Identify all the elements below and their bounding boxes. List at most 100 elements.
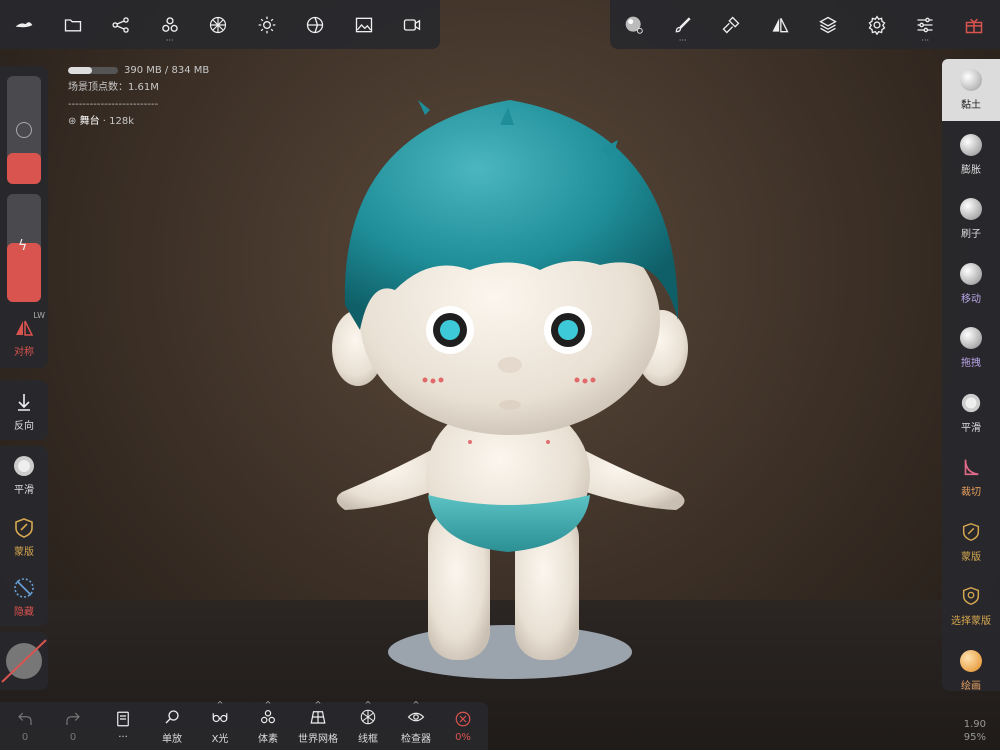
tool-paint[interactable]: 绘画 xyxy=(942,640,1000,702)
redo-button[interactable]: 0 xyxy=(58,702,88,750)
drag-icon xyxy=(960,327,982,349)
xray-button[interactable]: ^ X光 xyxy=(200,700,240,750)
image-icon[interactable] xyxy=(340,0,389,49)
tool-label: 选择蒙版 xyxy=(951,616,991,627)
folder-icon[interactable] xyxy=(49,0,98,49)
symmetry-badge: LW xyxy=(33,311,45,320)
object-mesh-icon: ⊛ xyxy=(68,116,77,127)
mask-icon xyxy=(962,522,980,541)
top-toolbar-right: ··· ··· xyxy=(610,0,1000,49)
reverse-button[interactable]: 反向 xyxy=(0,390,48,432)
smooth-icon xyxy=(961,393,981,412)
object-row[interactable]: ⊛ 舞台 · 128k xyxy=(68,113,209,130)
eye-inspect-icon xyxy=(407,712,425,721)
tool-drag[interactable]: 拖拽 xyxy=(942,317,1000,379)
brand-logo-icon[interactable] xyxy=(0,0,49,49)
magnifier-icon xyxy=(165,709,179,723)
sliders-icon[interactable]: ··· xyxy=(901,0,950,49)
gift-icon[interactable] xyxy=(950,0,999,49)
radius-icon xyxy=(16,122,32,138)
video-camera-icon[interactable] xyxy=(388,0,437,49)
object-name: 舞台 xyxy=(79,116,100,127)
stats-separator: ------------------------- xyxy=(68,99,159,110)
history-button[interactable]: ··· xyxy=(108,702,138,750)
xray-glasses-icon xyxy=(212,712,228,722)
brush-icon[interactable]: ··· xyxy=(659,0,708,49)
paint-roller-icon[interactable] xyxy=(707,0,756,49)
tool-clay[interactable]: 黏土 xyxy=(942,59,1000,121)
book-icon xyxy=(117,711,129,726)
tool-smooth[interactable]: 平滑 xyxy=(942,382,1000,444)
smooth-tool[interactable]: 平滑 xyxy=(0,454,48,496)
inflate-icon xyxy=(960,133,982,156)
tool-brush[interactable]: 刷子 xyxy=(942,188,1000,250)
inspector-button[interactable]: ^ 检查器 xyxy=(395,700,437,750)
material-ball-icon[interactable] xyxy=(291,0,340,49)
radius-slider[interactable] xyxy=(7,76,41,184)
lightning-icon: ϟ xyxy=(18,238,28,254)
tool-label: 拖拽 xyxy=(961,358,981,369)
wireframe-icon xyxy=(360,709,376,724)
hide-tool[interactable]: 隐藏 xyxy=(0,576,48,618)
vertex-count: 场景顶点数：1.61M xyxy=(68,82,159,93)
world-grid-button[interactable]: ^ 世界网格 xyxy=(294,700,342,750)
left-brush-panel: ϟ LW 对称 xyxy=(0,66,48,368)
material-swatch-icon xyxy=(1,639,47,683)
paint-icon xyxy=(960,649,982,672)
right-tool-panel: 黏土膨胀刷子移动拖拽平滑裁切蒙版选择蒙版绘画 xyxy=(942,59,1000,692)
smooth-sphere-icon xyxy=(14,456,34,476)
radius-fill xyxy=(7,152,41,184)
shield-icon xyxy=(15,518,33,538)
viewport-3d-model[interactable] xyxy=(300,90,720,700)
grid-sphere-icon[interactable] xyxy=(194,0,243,49)
select-mask-icon xyxy=(962,586,980,606)
tool-trim[interactable]: 裁切 xyxy=(942,446,1000,508)
close-percent-button[interactable]: 0% xyxy=(446,702,480,750)
move-icon xyxy=(960,262,982,285)
undo-button[interactable]: 0 xyxy=(10,702,40,750)
brush-icon xyxy=(960,198,982,220)
scene-stats: 390 MB / 834 MB 场景顶点数：1.61M ------------… xyxy=(68,62,209,130)
bottom-toolbar: 0 0 ··· 单放 ^ X光 ^ 体素 ^ 世界网格 ^ 线框 ^ 检查器 0… xyxy=(0,700,488,750)
intensity-slider[interactable]: ϟ xyxy=(7,194,41,302)
tool-label: 平滑 xyxy=(961,422,981,434)
tool-select-mask[interactable]: 选择蒙版 xyxy=(942,575,1000,637)
object-vertex-count: 128k xyxy=(109,116,135,127)
quick-tools-panel: 平滑 蒙版 隐藏 xyxy=(0,446,48,626)
tool-label: 蒙版 xyxy=(961,551,981,563)
light-sun-icon[interactable] xyxy=(243,0,292,49)
tool-label: 黏土 xyxy=(961,100,981,111)
tool-label: 膨胀 xyxy=(961,164,981,176)
trim-icon xyxy=(964,459,979,476)
top-toolbar-left: ··· xyxy=(0,0,440,49)
mask-tool[interactable]: 蒙版 xyxy=(0,516,48,558)
redo-icon xyxy=(66,712,80,725)
material-preview-icon[interactable] xyxy=(610,0,659,49)
tool-label: 绘画 xyxy=(961,680,981,692)
wireframe-button[interactable]: ^ 线框 xyxy=(348,700,388,750)
tool-mask[interactable]: 蒙版 xyxy=(942,511,1000,573)
memory-bar xyxy=(68,66,118,74)
symmetry-toggle[interactable]: LW 对称 xyxy=(0,311,48,358)
tool-label: 移动 xyxy=(961,293,981,305)
hide-grid-icon xyxy=(14,578,34,598)
tool-label: 刷子 xyxy=(961,229,981,240)
reverse-panel: 反向 xyxy=(0,380,48,440)
voxel-button[interactable]: ^ 体素 xyxy=(248,700,288,750)
tool-label: 裁切 xyxy=(961,487,981,498)
memory-usage: 390 MB / 834 MB xyxy=(68,62,209,79)
material-swatch-panel[interactable] xyxy=(0,632,48,690)
undo-icon xyxy=(18,712,32,725)
zoom-readout: 1.90 95% xyxy=(963,719,986,743)
tool-move[interactable]: 移动 xyxy=(942,253,1000,315)
tool-inflate[interactable]: 膨胀 xyxy=(942,124,1000,186)
settings-gear-icon[interactable] xyxy=(853,0,902,49)
symmetry-icon[interactable] xyxy=(756,0,805,49)
layers-icon[interactable] xyxy=(804,0,853,49)
solo-button[interactable]: 单放 xyxy=(152,702,192,750)
clay-icon xyxy=(960,69,982,91)
scene-objects-icon[interactable]: ··· xyxy=(146,0,195,49)
share-graph-icon[interactable] xyxy=(97,0,146,49)
grid-plane-icon xyxy=(310,710,326,724)
voxel-icon xyxy=(261,709,275,723)
